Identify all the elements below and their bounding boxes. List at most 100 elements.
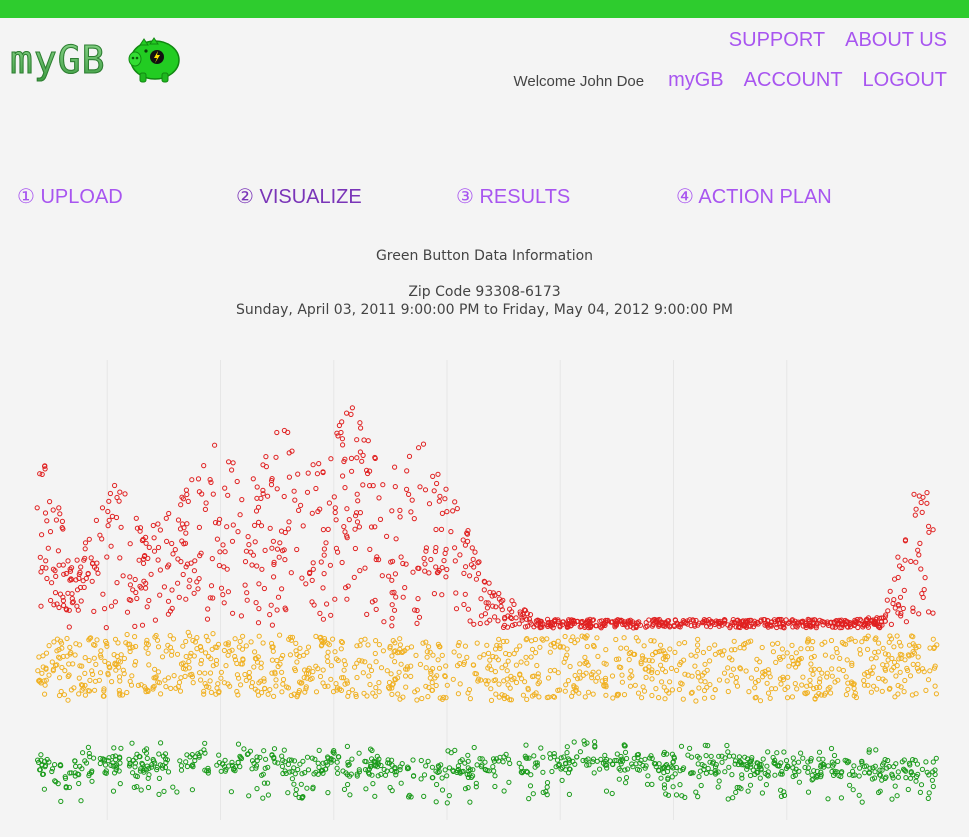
medium-usage-point [118,652,124,658]
medium-usage-point [92,687,98,693]
low-usage-point [315,760,321,766]
high-usage-point [316,461,322,467]
high-usage-point [475,571,482,577]
high-usage-point [222,485,228,491]
low-usage-point [52,762,58,768]
high-usage-point [897,563,903,569]
high-usage-point [409,497,415,503]
step-results[interactable]: ③ RESULTS [456,184,570,209]
medium-usage-point [64,635,70,642]
medium-usage-point [868,689,875,695]
medium-usage-point [829,666,835,672]
medium-usage-point [743,668,749,674]
low-usage-point [816,749,823,755]
high-usage-point [89,578,95,584]
medium-usage-point [426,644,432,650]
high-usage-point [384,533,390,539]
medium-usage-point [439,652,445,658]
medium-usage-point [618,645,624,651]
low-usage-point [363,786,369,792]
low-usage-point [474,762,480,768]
medium-usage-point [653,686,659,692]
nav-support-link[interactable]: SUPPORT [729,29,825,52]
medium-usage-point [168,685,174,691]
medium-usage-point [577,669,583,675]
low-usage-point [894,793,900,799]
mygb-logo[interactable]: myGB [10,33,185,89]
high-usage-point [397,514,403,520]
medium-usage-point [667,646,673,652]
low-usage-point [905,786,911,793]
low-usage-point [89,778,95,784]
high-usage-point [299,575,305,581]
high-usage-point [452,545,458,551]
high-usage-point [309,577,315,583]
user-nav: Welcome John Doe myGB ACCOUNT LOGOUT [513,69,947,92]
high-usage-point [410,569,416,575]
medium-usage-point [661,684,667,690]
high-usage-point [175,517,182,523]
low-usage-point [129,740,135,746]
low-usage-point [165,769,172,775]
medium-usage-point [358,637,364,643]
low-usage-point [382,772,389,778]
medium-usage-point [191,653,197,659]
high-usage-point [441,558,447,564]
nav-mygb-link[interactable]: myGB [668,69,724,92]
medium-usage-point [325,649,331,655]
high-usage-point [349,468,355,474]
nav-logout-link[interactable]: LOGOUT [863,69,947,92]
low-usage-point [540,769,546,775]
high-usage-point [229,467,235,473]
piggy-bank-icon [128,37,180,83]
high-usage-point [453,590,459,596]
high-usage-point [114,494,120,501]
step-visualize[interactable]: ② VISUALIZE [236,184,362,209]
medium-usage-point [325,658,331,664]
high-usage-point [262,547,268,553]
low-usage-point [696,774,702,780]
high-usage-point [102,606,108,612]
medium-usage-point [725,665,731,671]
nav-account-link[interactable]: ACCOUNT [744,69,843,92]
medium-usage-point [707,682,713,688]
medium-usage-point [372,693,378,699]
high-usage-point [108,543,114,549]
low-usage-point [293,791,299,797]
medium-usage-point [662,669,669,675]
medium-usage-point [659,679,665,685]
medium-usage-point [320,667,326,673]
low-usage-point [730,795,736,801]
low-usage-point [838,795,845,801]
high-usage-point [53,573,59,579]
high-usage-point [917,540,923,546]
medium-usage-point [656,695,662,701]
medium-usage-point [501,678,507,684]
step-action-plan[interactable]: ④ ACTION PLAN [676,184,832,209]
low-usage-point [772,772,778,778]
high-usage-point [336,422,342,429]
medium-usage-point [793,650,799,656]
low-usage-point [744,766,750,772]
high-usage-point [291,488,297,494]
high-usage-point [292,497,298,503]
top-nav: SUPPORT ABOUT US [729,29,947,52]
high-usage-point [274,607,280,613]
high-usage-point [230,522,236,528]
nav-about-us-link[interactable]: ABOUT US [845,29,947,52]
medium-usage-point [248,639,254,645]
high-usage-point [183,596,189,602]
low-usage-point [177,758,183,764]
low-usage-point [685,752,691,758]
low-usage-point [731,753,737,759]
low-usage-point [623,780,629,786]
medium-usage-point [584,643,590,650]
medium-usage-point [367,681,373,688]
high-usage-point [354,437,360,443]
high-usage-point [75,607,81,613]
medium-usage-point [619,672,625,678]
high-usage-point [113,514,120,521]
step-upload[interactable]: ① UPLOAD [17,184,123,209]
high-usage-point [331,494,337,500]
medium-usage-point [894,633,900,639]
